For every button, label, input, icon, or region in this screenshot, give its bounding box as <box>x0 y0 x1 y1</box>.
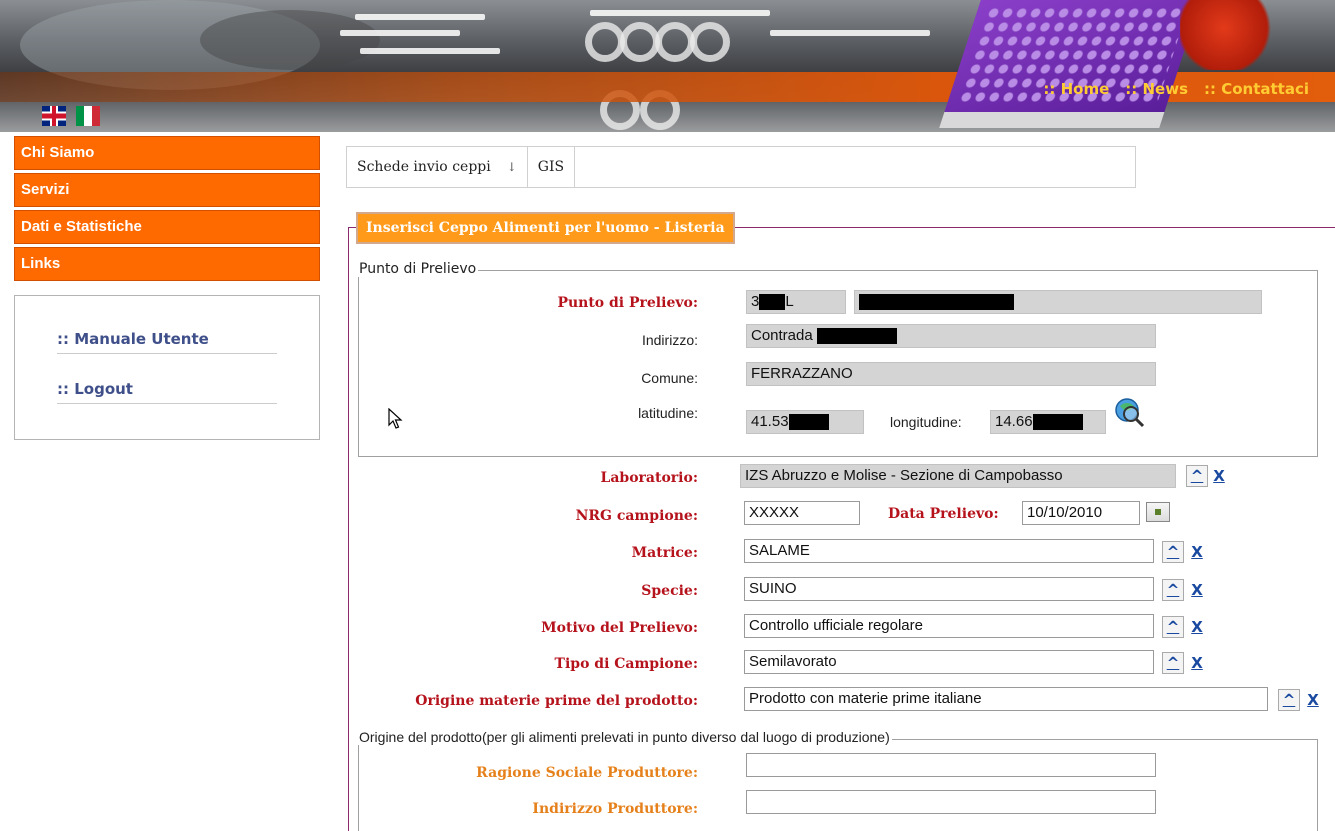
nrg-campione-input[interactable]: XXXXX <box>744 501 860 525</box>
banner-decoration <box>585 22 625 62</box>
nrg-campione-label: NRG campione: <box>575 508 698 524</box>
menu-item-label: Servizi <box>21 181 70 198</box>
tipo-select-button[interactable]: ^ <box>1162 652 1184 674</box>
italy-flag-icon[interactable] <box>76 106 100 126</box>
redacted-block <box>759 294 786 311</box>
laboratorio-label: Laboratorio: <box>600 470 699 486</box>
header-banner: :: Home :: News :: Contattaci <box>0 0 1335 132</box>
menu-item-label: Links <box>21 255 61 272</box>
tipo-campione-field[interactable]: Semilavorato <box>744 650 1154 674</box>
tipo-clear-button[interactable]: X <box>1186 652 1208 674</box>
indirizzo-field[interactable]: Contrada <box>746 324 1156 348</box>
nav-news-link[interactable]: :: News <box>1125 80 1188 98</box>
top-navigation: :: Home :: News :: Contattaci <box>1043 80 1309 98</box>
laboratorio-clear-button[interactable]: X <box>1208 465 1230 487</box>
laboratorio-field[interactable]: IZS Abruzzo e Molise - Sezione di Campob… <box>740 464 1176 488</box>
manuale-utente-link[interactable]: :: Manuale Utente <box>57 326 277 354</box>
lobster-image <box>1180 0 1290 70</box>
origine-materie-prime-field[interactable]: Prodotto con materie prime italiane <box>744 687 1268 711</box>
specie-select-button[interactable]: ^ <box>1162 579 1184 601</box>
calendar-icon[interactable] <box>1146 502 1170 522</box>
menu-item-links[interactable]: Links <box>14 247 320 281</box>
origine-materie-prime-label: Origine materie prime del prodotto: <box>415 693 698 709</box>
banner-decoration <box>770 30 930 36</box>
menu-item-chi-siamo[interactable]: Chi Siamo <box>14 136 320 170</box>
redacted-block <box>1032 414 1083 431</box>
user-box: :: Manuale Utente :: Logout <box>14 295 320 440</box>
specie-field[interactable]: SUINO <box>744 577 1154 601</box>
ragione-sociale-input[interactable] <box>746 753 1156 777</box>
indirizzo-produttore-label: Indirizzo Produttore: <box>532 801 698 817</box>
redacted-block <box>816 328 897 345</box>
language-selector <box>42 106 100 126</box>
banner-decoration <box>340 30 460 36</box>
redacted-block <box>859 294 1014 311</box>
indirizzo-produttore-input[interactable] <box>746 790 1156 814</box>
form-title: Inserisci Ceppo Alimenti per l'uomo - Li… <box>356 212 735 244</box>
matrice-select-button[interactable]: ^ <box>1162 541 1184 563</box>
specie-label: Specie: <box>641 583 698 599</box>
motivo-prelievo-label: Motivo del Prelievo: <box>541 620 698 636</box>
nav-contattaci-link[interactable]: :: Contattaci <box>1204 80 1309 98</box>
menu-item-servizi[interactable]: Servizi <box>14 173 320 207</box>
origine-prodotto-legend: Origine del prodotto(per gli alimenti pr… <box>357 729 892 745</box>
longitudine-field[interactable]: 14.66 <box>990 410 1106 434</box>
longitudine-label: longitudine: <box>890 414 962 430</box>
punto-code-field[interactable]: 3L <box>746 290 846 314</box>
banner-decoration <box>200 10 380 70</box>
punto-prelievo-legend: Punto di Prelievo <box>357 261 479 277</box>
menu-item-dati-statistiche[interactable]: Dati e Statistiche <box>14 210 320 244</box>
data-prelievo-label: Data Prelievo: <box>888 506 999 522</box>
mouse-cursor-icon <box>388 408 403 429</box>
punto-prelievo-label: Punto di Prelievo: <box>557 295 698 311</box>
comune-label: Comune: <box>641 370 698 386</box>
origine-mp-select-button[interactable]: ^ <box>1278 689 1300 711</box>
comune-field[interactable]: FERRAZZANO <box>746 362 1156 386</box>
map-search-icon[interactable] <box>1112 396 1146 428</box>
motivo-select-button[interactable]: ^ <box>1162 616 1184 638</box>
origine-mp-clear-button[interactable]: X <box>1302 689 1324 711</box>
microplate-image <box>939 0 1201 128</box>
banner-decoration <box>655 22 695 62</box>
redacted-block <box>788 414 829 431</box>
tab-label: GIS <box>537 159 565 175</box>
tab-gis[interactable]: GIS <box>528 147 576 187</box>
tipo-campione-label: Tipo di Campione: <box>554 656 698 672</box>
punto-name-field[interactable] <box>854 290 1262 314</box>
uk-flag-icon[interactable] <box>42 106 66 126</box>
indirizzo-label: Indirizzo: <box>641 332 698 348</box>
menu-item-label: Dati e Statistiche <box>21 218 142 235</box>
tab-label: Schede invio ceppi <box>357 159 491 175</box>
matrice-field[interactable]: SALAME <box>744 539 1154 563</box>
motivo-clear-button[interactable]: X <box>1186 616 1208 638</box>
matrice-clear-button[interactable]: X <box>1186 541 1208 563</box>
ragione-sociale-label: Ragione Sociale Produttore: <box>476 765 698 781</box>
matrice-label: Matrice: <box>631 545 698 561</box>
data-prelievo-input[interactable]: 10/10/2010 <box>1022 501 1140 525</box>
specie-clear-button[interactable]: X <box>1186 579 1208 601</box>
menu-item-label: Chi Siamo <box>21 144 95 161</box>
tab-schede-invio-ceppi[interactable]: Schede invio ceppi ↓ <box>347 147 528 187</box>
banner-decoration <box>620 22 660 62</box>
tab-bar: Schede invio ceppi ↓ GIS <box>346 146 1136 188</box>
banner-decoration <box>360 48 500 54</box>
banner-decoration <box>355 14 485 20</box>
banner-decoration <box>690 22 730 62</box>
banner-decoration <box>590 10 770 16</box>
laboratorio-select-button[interactable]: ^ <box>1186 465 1208 487</box>
motivo-prelievo-field[interactable]: Controllo ufficiale regolare <box>744 614 1154 638</box>
sidebar: Chi Siamo Servizi Dati e Statistiche Lin… <box>14 136 320 440</box>
latitudine-label: latitudine: <box>638 405 698 421</box>
arrow-down-icon: ↓ <box>506 160 517 174</box>
nav-home-link[interactable]: :: Home <box>1043 80 1109 98</box>
latitudine-field[interactable]: 41.53 <box>746 410 864 434</box>
logout-link[interactable]: :: Logout <box>57 376 277 404</box>
